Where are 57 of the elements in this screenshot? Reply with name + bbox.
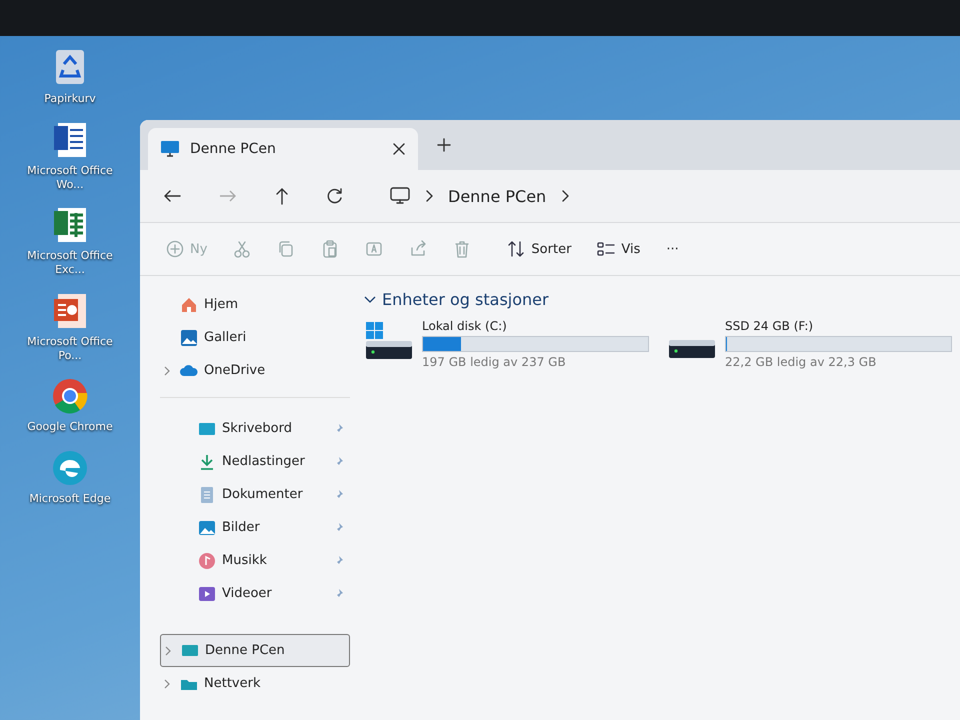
monitor-icon[interactable] [390,187,410,205]
chevron-icon[interactable] [424,189,434,203]
document-icon [198,486,216,504]
refresh-icon[interactable] [326,187,344,205]
clipboard-icon [321,240,340,258]
view-button[interactable]: Vis [591,234,646,264]
sidebar-item[interactable]: Galleri [160,321,350,354]
plus-icon[interactable] [436,137,452,153]
home-icon [180,296,198,314]
up-arrow-icon[interactable] [274,187,290,205]
plus-circle-icon [166,240,184,258]
shortcut-label[interactable]: Papirkurv [20,92,120,106]
list-view-icon [597,240,616,258]
sidebar-item[interactable]: Bilder [160,511,350,544]
sidebar-item[interactable]: Nettverk [160,667,350,700]
drive-name: SSD 24 GB (F:) [725,319,814,333]
sidebar-item[interactable]: Hjem [160,288,350,321]
breadcrumb-link[interactable]: Denne PCen [448,186,546,206]
download-icon [198,452,216,470]
free-space-text: 197 GB ledig av 237 GB [422,355,567,369]
monitor-icon [160,140,180,158]
back-arrow-icon[interactable] [162,188,182,204]
sidebar-item[interactable]: Videoer [160,577,350,610]
chevron-icon [364,294,376,304]
share-icon [409,240,428,258]
shortcut-label[interactable]: Microsoft Office Wo... [20,164,120,192]
music-note-icon [198,552,216,570]
sidebar-item[interactable]: Musikk [160,544,350,577]
chevron-icon[interactable] [560,189,570,203]
copy-icon [277,240,296,258]
sort-button[interactable]: Sorter [501,234,578,264]
sidebar-item[interactable]: Dokumenter [160,478,350,511]
sidebar-item[interactable]: Denne PCen [160,634,350,667]
trash-icon [453,240,472,258]
drive-tile[interactable]: Lokal disk (C:) 197 GB ledig av 237 GB [364,319,649,369]
forward-arrow-icon[interactable] [218,188,238,204]
drive-icon [667,339,717,359]
gallery-icon [180,328,198,346]
browser-icon[interactable] [50,448,90,488]
sidebar-item[interactable]: OneDrive [160,354,350,387]
more-button[interactable]: ··· [660,236,685,262]
close-icon[interactable] [392,142,406,156]
sidebar-item[interactable]: Skrivebord [160,412,350,445]
video-icon [198,584,216,602]
tab[interactable]: Denne PCen [148,128,418,170]
rename-icon [365,240,384,258]
tab-title: Denne PCen [190,141,277,157]
scissors-icon [233,240,252,258]
drive-icon [364,321,414,361]
section-header[interactable]: Enheter og stasjoner [364,290,960,309]
free-space-text: 22,2 GB ledig av 22,3 GB [725,355,878,369]
sidebar-item[interactable]: Nedlastinger [160,445,350,478]
drive-name: Lokal disk (C:) [422,319,508,333]
drive-tile[interactable]: SSD 24 GB (F:) 22,2 GB ledig av 22,3 GB [667,319,952,369]
browser-icon[interactable] [50,376,90,416]
picture-icon [198,518,216,536]
sort-arrows-icon [507,240,526,258]
